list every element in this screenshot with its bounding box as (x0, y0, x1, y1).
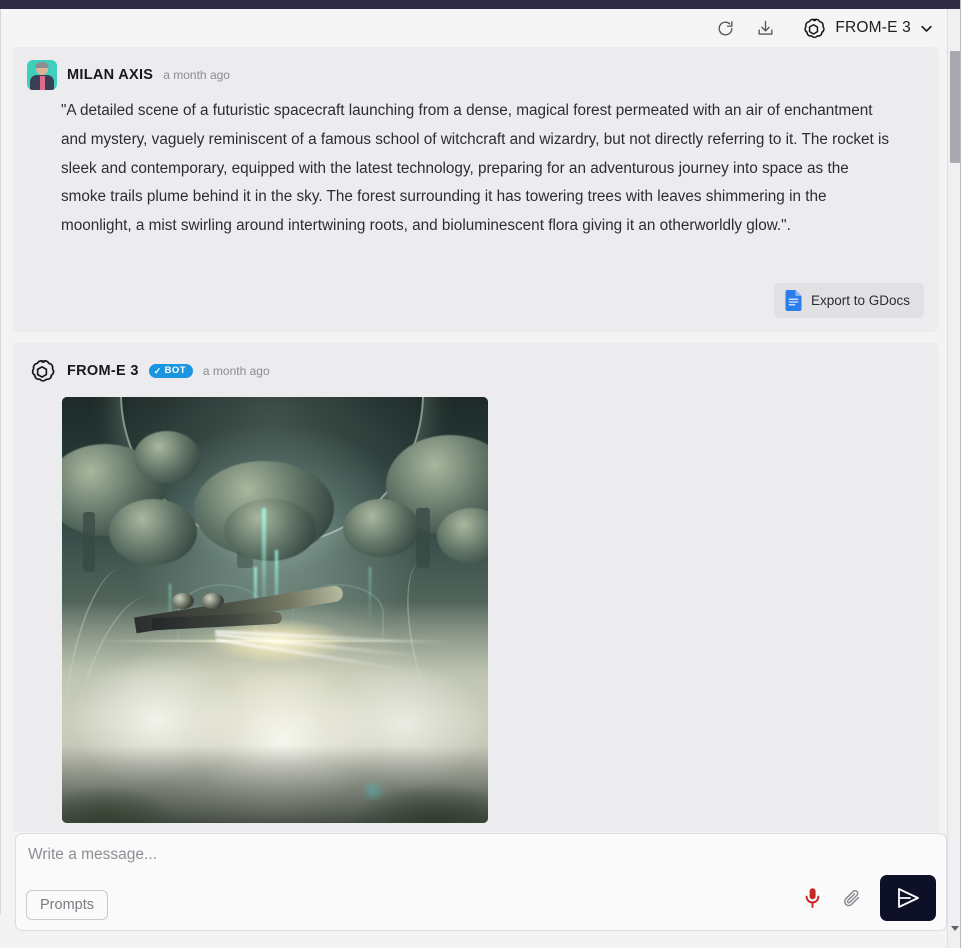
scrollbar-thumb[interactable] (950, 51, 960, 163)
prompts-button[interactable]: Prompts (26, 890, 108, 920)
message-sender: FROM-E 3 (67, 363, 139, 379)
export-to-gdocs-button[interactable]: Export to GDocs (773, 283, 924, 318)
status-badge: ✓ BOT (148, 364, 193, 378)
model-name: FROM-E 3 (835, 19, 911, 36)
chat-header: FROM-E 3 (0, 9, 947, 47)
window-top-strip (0, 0, 961, 9)
chevron-down-icon[interactable] (919, 20, 935, 36)
scrollbar-down-arrow-icon[interactable] (951, 926, 959, 931)
google-docs-icon (785, 290, 802, 311)
message-header: FROM-E 3 ✓ BOT a month ago (13, 343, 938, 387)
download-icon[interactable] (752, 15, 778, 41)
paperclip-icon[interactable] (840, 885, 864, 911)
conversation-scroll-area[interactable]: MILAN AXIS a month ago "A detailed scene… (1, 47, 947, 832)
composer-actions (800, 875, 936, 921)
vertical-scrollbar[interactable] (947, 9, 961, 948)
openai-logo-icon (804, 18, 825, 38)
microphone-icon[interactable] (800, 885, 824, 911)
check-icon: ✓ (153, 365, 162, 376)
message-actions: Export to GDocs (773, 283, 924, 318)
message-header: MILAN AXIS a month ago (13, 47, 938, 91)
message-sender: MILAN AXIS (67, 67, 154, 83)
message-composer: Prompts (15, 833, 947, 931)
badge-label: BOT (164, 365, 186, 377)
generated-image[interactable] (62, 397, 488, 823)
message-timestamp: a month ago (202, 364, 270, 378)
send-paper-plane-icon (898, 888, 919, 908)
message-text: "A detailed scene of a futuristic spacec… (61, 102, 890, 235)
message-bot: FROM-E 3 ✓ BOT a month ago (13, 343, 938, 832)
message-user: MILAN AXIS a month ago "A detailed scene… (13, 47, 938, 332)
avatar[interactable] (27, 60, 57, 90)
send-button[interactable] (880, 875, 936, 921)
message-timestamp: a month ago (163, 68, 230, 82)
refresh-icon[interactable] (712, 15, 738, 41)
openai-logo-icon (31, 360, 55, 382)
message-input[interactable] (28, 846, 828, 864)
export-button-label: Export to GDocs (810, 293, 910, 308)
generated-image-scene (62, 397, 488, 823)
chat-app-window: FROM-E 3 MILAN AXIS a month ago "A detai… (0, 0, 961, 948)
model-selector[interactable]: FROM-E 3 (800, 15, 935, 42)
